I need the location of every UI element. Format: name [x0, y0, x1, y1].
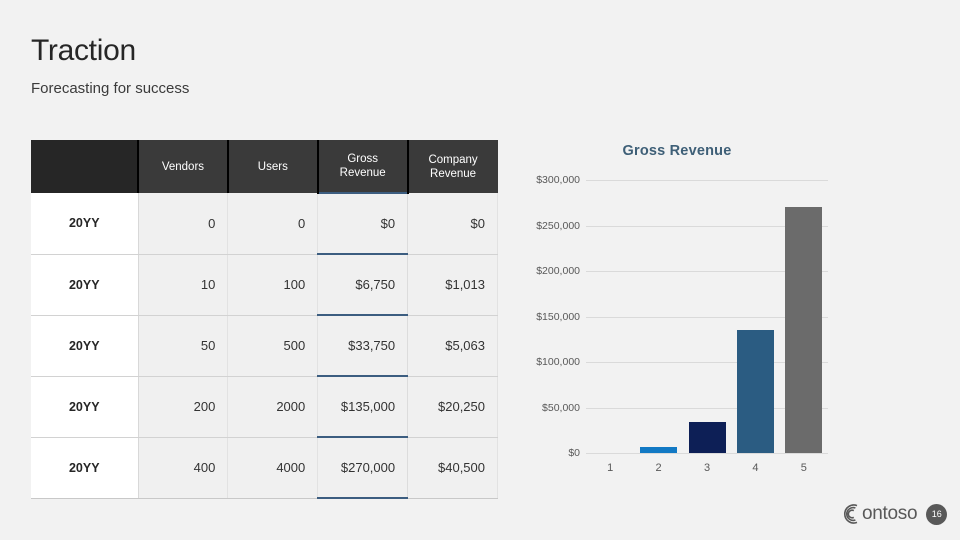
table-body: 20YY00$0$020YY10100$6,750$1,01320YY50500…: [31, 193, 498, 498]
chart-y-tick-label: $250,000: [460, 220, 580, 232]
chart-bar: [737, 330, 774, 453]
table-header-corner: [31, 140, 138, 193]
table-header-row: Vendors Users Gross Revenue Company Reve…: [31, 140, 498, 193]
cell-year: 20YY: [31, 254, 138, 315]
chart-gridline: [586, 180, 828, 181]
cell-year: 20YY: [31, 376, 138, 437]
cell-vendors: 400: [138, 437, 228, 498]
chart-x-tick-label: 4: [752, 462, 758, 474]
chart-x-tick-label: 5: [801, 462, 807, 474]
cell-gross-revenue: $6,750: [318, 254, 408, 315]
table-header: Vendors Users Gross Revenue Company Reve…: [31, 140, 498, 193]
cell-gross-revenue: $0: [318, 193, 408, 254]
chart-plot-area: $0$50,000$100,000$150,000$200,000$250,00…: [512, 168, 842, 458]
table-row: 20YY00$0$0: [31, 193, 498, 254]
chart-x-tick-label: 2: [656, 462, 662, 474]
table-row: 20YY50500$33,750$5,063: [31, 315, 498, 376]
cell-vendors: 0: [138, 193, 228, 254]
table-row: 20YY4004000$270,000$40,500: [31, 437, 498, 498]
table-header-users: Users: [228, 140, 318, 193]
contoso-logo-text: ontoso: [862, 503, 917, 525]
cell-year: 20YY: [31, 437, 138, 498]
cell-vendors: 50: [138, 315, 228, 376]
cell-users: 100: [228, 254, 318, 315]
cell-vendors: 10: [138, 254, 228, 315]
footer-logo: ontoso 16: [843, 503, 947, 525]
cell-users: 4000: [228, 437, 318, 498]
chart-title: Gross Revenue: [512, 143, 842, 159]
contoso-logo: ontoso: [843, 503, 917, 525]
table-row: 20YY10100$6,750$1,013: [31, 254, 498, 315]
table-header-gross-revenue: Gross Revenue: [318, 140, 408, 193]
cell-gross-revenue: $33,750: [318, 315, 408, 376]
chart-y-tick-label: $0: [460, 447, 580, 459]
cell-gross-revenue: $270,000: [318, 437, 408, 498]
gross-revenue-chart: Gross Revenue $0$50,000$100,000$150,000$…: [512, 140, 842, 485]
cell-users: 500: [228, 315, 318, 376]
cell-year: 20YY: [31, 193, 138, 254]
chart-bar: [640, 447, 677, 453]
chart-x-tick-label: 1: [607, 462, 613, 474]
chart-gridline: [586, 453, 828, 454]
page-subtitle: Forecasting for success: [31, 79, 189, 99]
chart-y-tick-label: $300,000: [460, 174, 580, 186]
chart-bar: [689, 422, 726, 453]
chart-y-tick-label: $200,000: [460, 265, 580, 277]
chart-y-tick-label: $150,000: [460, 311, 580, 323]
cell-users: 0: [228, 193, 318, 254]
chart-x-tick-label: 3: [704, 462, 710, 474]
chart-bar: [785, 207, 822, 453]
slide-number-badge: 16: [926, 504, 947, 525]
table-header-vendors: Vendors: [138, 140, 228, 193]
traction-table: Vendors Users Gross Revenue Company Reve…: [31, 140, 498, 499]
cell-company-revenue: $1,013: [408, 254, 498, 315]
chart-y-tick-label: $50,000: [460, 402, 580, 414]
cell-vendors: 200: [138, 376, 228, 437]
cell-year: 20YY: [31, 315, 138, 376]
cell-gross-revenue: $135,000: [318, 376, 408, 437]
table-row: 20YY2002000$135,000$20,250: [31, 376, 498, 437]
cell-users: 2000: [228, 376, 318, 437]
chart-y-tick-label: $100,000: [460, 356, 580, 368]
page-title: Traction: [31, 33, 136, 69]
